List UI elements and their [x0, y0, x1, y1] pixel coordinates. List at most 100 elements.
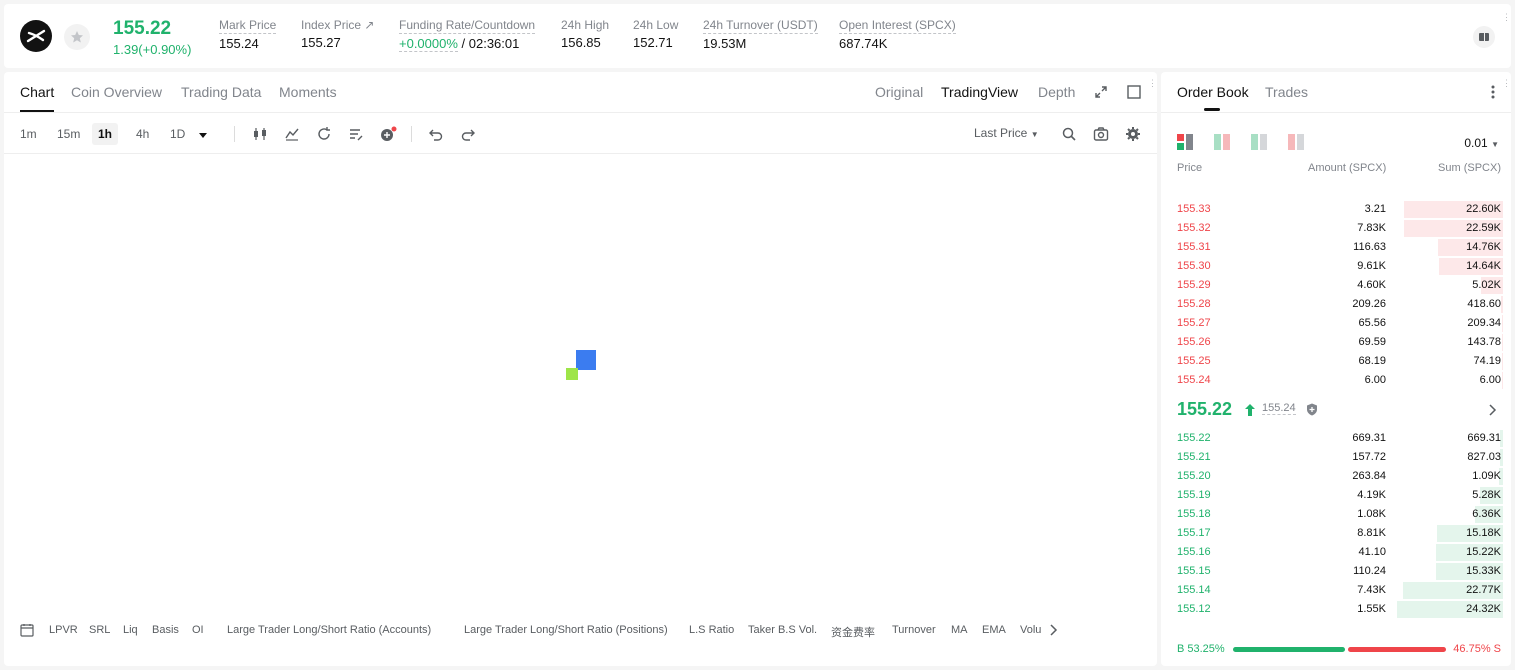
tab-chart[interactable]: Chart	[20, 84, 55, 112]
indicator-large-trader-accounts[interactable]: Large Trader Long/Short Ratio (Accounts)	[227, 624, 431, 636]
indicator-funding-rate[interactable]: 资金费率	[831, 624, 875, 640]
indicator-ema[interactable]: EMA	[982, 624, 1006, 636]
indicator-srl[interactable]: SRL	[89, 624, 110, 636]
calendar-icon[interactable]	[20, 623, 34, 640]
bid-row[interactable]: 155.17 8.81K 15.18K	[1161, 524, 1503, 543]
bid-row[interactable]: 155.19 4.19K 5.28K	[1161, 486, 1503, 505]
stat-open-interest[interactable]: Open Interest (SPCX) 687.74K	[839, 18, 956, 51]
ask-row[interactable]: 155.25 68.19 74.19	[1161, 352, 1503, 371]
timeframe-dropdown-icon[interactable]	[198, 129, 208, 143]
amount-cell: 68.19	[1358, 355, 1386, 367]
search-icon[interactable]	[1061, 126, 1077, 145]
bid-row[interactable]: 155.20 263.84 1.09K	[1161, 467, 1503, 486]
indicator-turnover[interactable]: Turnover	[892, 624, 936, 636]
view-original[interactable]: Original	[875, 84, 923, 100]
ask-row[interactable]: 155.29 4.60K 5.02K	[1161, 276, 1503, 295]
price-cell: 155.15	[1177, 565, 1211, 577]
bid-row[interactable]: 155.16 41.10 15.22K	[1161, 543, 1503, 562]
indicator-oi[interactable]: OI	[192, 624, 204, 636]
drawing-tools-icon[interactable]	[348, 126, 364, 145]
price-change: 1.39(+0.90%)	[113, 42, 192, 57]
chevron-right-icon[interactable]	[1487, 403, 1497, 420]
price-cell: 155.20	[1177, 470, 1211, 482]
favorite-star-icon[interactable]	[64, 24, 90, 50]
view-tradingview[interactable]: TradingView	[941, 84, 1018, 100]
ask-row[interactable]: 155.27 65.56 209.34	[1161, 314, 1503, 333]
tab-trading-data[interactable]: Trading Data	[181, 84, 261, 100]
bid-row[interactable]: 155.21 157.72 827.03	[1161, 448, 1503, 467]
indicator-basis[interactable]: Basis	[152, 624, 179, 636]
bid-row[interactable]: 155.15 110.24 15.33K	[1161, 562, 1503, 581]
amount-cell: 669.31	[1352, 432, 1386, 444]
chevron-down-icon: ▼	[1491, 140, 1499, 149]
ask-row[interactable]: 155.24 6.00 6.00	[1161, 371, 1503, 390]
sum-cell: 15.22K	[1466, 546, 1501, 558]
stat-mark-price[interactable]: Mark Price 155.24	[219, 18, 277, 51]
indicator-taker-bs-vol[interactable]: Taker B.S Vol.	[748, 624, 817, 636]
stat-24h-turnover[interactable]: 24h Turnover (USDT) 19.53M	[703, 18, 818, 51]
order-book-panel: Order Book Trades ⋮ 0.01 ▼ Price Amount …	[1161, 72, 1511, 666]
timeframe-15m[interactable]: 15m	[51, 123, 86, 145]
indicators-icon[interactable]	[284, 126, 300, 145]
expand-icon[interactable]	[1094, 85, 1108, 102]
chevron-right-icon[interactable]	[1048, 623, 1058, 640]
tab-moments[interactable]: Moments	[279, 84, 337, 100]
redo-icon[interactable]	[460, 126, 476, 145]
layout-bids-icon[interactable]	[1251, 134, 1267, 150]
camera-icon[interactable]	[1093, 126, 1109, 145]
stat-value: +0.0000% / 02:36:01	[399, 36, 535, 52]
bid-row[interactable]: 155.22 669.31 669.31	[1161, 429, 1503, 448]
shield-icon[interactable]	[1306, 403, 1318, 419]
more-options-icon[interactable]	[1491, 84, 1495, 103]
drag-handle-icon[interactable]: ⋮	[1502, 13, 1511, 22]
stat-funding-rate[interactable]: Funding Rate/Countdown +0.0000% / 02:36:…	[399, 18, 536, 52]
tab-trades[interactable]: Trades	[1265, 84, 1308, 100]
chart-toolbar: 1m 15m 1h 4h 1D Last Price ▼	[4, 114, 1157, 154]
timeframe-4h[interactable]: 4h	[130, 123, 155, 145]
bid-row[interactable]: 155.14 7.43K 22.77K	[1161, 581, 1503, 600]
column-sum: Sum (SPCX)	[1438, 162, 1501, 174]
tab-order-book[interactable]: Order Book	[1177, 84, 1249, 111]
timeframe-1d[interactable]: 1D	[164, 123, 191, 145]
indicator-liq[interactable]: Liq	[123, 624, 138, 636]
indicator-lpvr[interactable]: LPVR	[49, 624, 78, 636]
precision-select[interactable]: 0.01 ▼	[1464, 136, 1499, 150]
drag-handle-icon[interactable]: ⋮	[1148, 79, 1157, 88]
fullscreen-icon[interactable]	[1127, 85, 1141, 102]
sum-cell: 418.60	[1467, 298, 1501, 310]
timeframe-1h[interactable]: 1h	[92, 123, 119, 145]
ask-row[interactable]: 155.31 116.63 14.76K	[1161, 238, 1503, 257]
countdown-value: / 02:36:01	[457, 36, 520, 51]
layout-both-icon[interactable]	[1177, 134, 1193, 150]
timeframe-1m[interactable]: 1m	[14, 123, 43, 145]
undo-icon[interactable]	[428, 126, 444, 145]
drag-handle-icon[interactable]: ⋮	[1502, 79, 1511, 88]
ask-row[interactable]: 155.28 209.26 418.60	[1161, 295, 1503, 314]
add-indicator-icon[interactable]	[380, 126, 398, 145]
bid-row[interactable]: 155.18 1.08K 6.36K	[1161, 505, 1503, 524]
layout-asks-icon[interactable]	[1288, 134, 1304, 150]
ask-row[interactable]: 155.30 9.61K 14.64K	[1161, 257, 1503, 276]
layout-split-icon[interactable]	[1214, 134, 1230, 150]
stat-label: 24h Turnover (USDT)	[703, 18, 818, 34]
view-depth[interactable]: Depth	[1038, 84, 1075, 100]
refresh-icon[interactable]	[316, 126, 332, 145]
ask-row[interactable]: 155.32 7.83K 22.59K	[1161, 219, 1503, 238]
ask-row[interactable]: 155.26 69.59 143.78	[1161, 333, 1503, 352]
price-cell: 155.27	[1177, 317, 1211, 329]
bid-row[interactable]: 155.12 1.55K 24.32K	[1161, 600, 1503, 619]
indicator-volume[interactable]: Volu	[1020, 624, 1041, 636]
settings-gear-icon[interactable]	[1125, 126, 1141, 145]
stat-index-price[interactable]: Index Price ↗ 155.27	[301, 18, 374, 50]
tab-coin-overview[interactable]: Coin Overview	[71, 84, 162, 100]
price-cell: 155.30	[1177, 260, 1211, 272]
mid-mark-price: 155.24	[1262, 402, 1296, 415]
indicator-ma[interactable]: MA	[951, 624, 968, 636]
guide-book-icon[interactable]	[1473, 26, 1495, 48]
indicator-large-trader-positions[interactable]: Large Trader Long/Short Ratio (Positions…	[464, 624, 668, 636]
candlestick-icon[interactable]	[252, 126, 268, 145]
indicator-ls-ratio[interactable]: L.S Ratio	[689, 624, 734, 636]
price-source-select[interactable]: Last Price ▼	[974, 126, 1039, 140]
ask-row[interactable]: 155.33 3.21 22.60K	[1161, 200, 1503, 219]
amount-cell: 4.60K	[1357, 279, 1386, 291]
